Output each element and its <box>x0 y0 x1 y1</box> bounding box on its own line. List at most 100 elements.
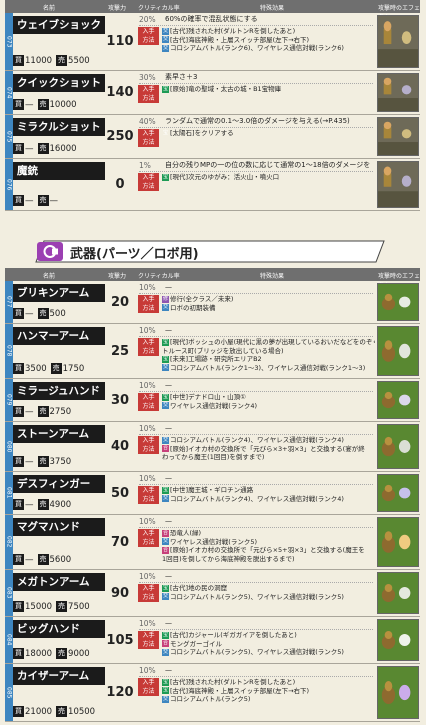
how-label-line: 入手 <box>142 437 155 444</box>
sell-price: — <box>49 196 59 206</box>
table-header-top: 名前 攻撃力 クリティカル率 特殊効果 攻撃時のエフェクト <box>5 0 420 21</box>
sp-icon: 宝 <box>162 338 169 346</box>
obtain-method: 宝 [未来]工場跡・研究所エリアB2 <box>162 355 375 364</box>
parts-row: 084 ビッグハンド買 18000 売 9000 105 10% — 入手 方法宝 [古代]カジャー… <box>5 617 420 664</box>
attack-value: 140 <box>106 85 134 100</box>
item-name: クイックショット <box>13 74 105 92</box>
obtain-method: 宝 [古代]海底神殿・上層スイッチ部屋(左下→右下) <box>162 687 375 696</box>
sp-icon: 宝 <box>162 355 169 363</box>
special-effect: — <box>165 666 172 674</box>
how-label-line: 方法 <box>142 304 155 312</box>
obtain-method: 宝 [現代]次元のゆがみ：活火山・噴火口 <box>162 173 375 182</box>
how-label-line: 入手 <box>142 394 155 401</box>
attack-value: 25 <box>110 344 130 359</box>
sp-icon: 宝 <box>162 173 169 181</box>
obtain-method: 宝 [古代]カジャール(ギガガイアを倒したあと) <box>162 631 375 640</box>
sell-price: 2750 <box>49 407 72 417</box>
parts-row: 078 ハンマーアーム買 3500 売 1750 25 10% — 入手 方法宝 [現代]ボッシュの… <box>5 324 420 379</box>
how-label-line: 方法 <box>142 593 155 601</box>
item-number: 073 <box>5 13 13 70</box>
special-effect: 自分の残りMPの一の位の数に応じて通常の1〜18倍のダメージを与える(→P.43… <box>165 161 370 169</box>
effect-thumbnail <box>377 326 419 376</box>
effect-thumbnail <box>377 73 419 112</box>
price-line: 買 15000 売 7500 <box>13 601 90 614</box>
obtain-method-text: コロシアムバトル(ランク1〜3)、ワイヤレス通信対戦(ランク1〜3) <box>170 363 366 372</box>
item-number: 074 <box>5 71 13 114</box>
price-line: 買 21000 売 10500 <box>13 706 95 719</box>
attack-value: 90 <box>110 586 130 601</box>
obtain-method: 合 [原始]イオカ村の交換所で「元びら×3+羽×3」と交換する(宴が終 <box>162 445 375 454</box>
how-to-obtain-label: 入手 方法 <box>138 27 159 45</box>
crit-rate: 10% <box>139 283 156 292</box>
effect-thumbnail <box>377 666 419 719</box>
effect-screenshot <box>378 518 418 566</box>
buy-price: 3500 <box>25 364 47 374</box>
parts-row: 081 デスフィンガー買 — 売 4900 50 10% — 入手 方法宝 [中世]魔王城・ギロチン… <box>5 472 420 515</box>
obtain-method: 宝 [古代]地の民の洞窟 <box>162 584 375 593</box>
obtain-methods: 宝 [太陽石]をクリアする <box>162 129 375 138</box>
sell-tag: 売 <box>56 706 68 717</box>
special-effect: — <box>165 326 172 334</box>
divider <box>139 434 373 435</box>
col-effect: 特殊効果 <box>260 273 285 280</box>
attack-value: 70 <box>110 535 130 550</box>
effect-screenshot <box>378 573 418 613</box>
tr-icon: 交 <box>162 436 169 444</box>
obtain-method: 交コロシアムバトル(ランク4)、ワイヤレス通信対戦(ランク4) <box>162 495 375 504</box>
how-label-line: 入手 <box>142 339 155 346</box>
sell-tag: 売 <box>50 363 62 374</box>
pu-icon: 修 <box>162 295 169 303</box>
how-label-line: 方法 <box>142 347 155 355</box>
effect-screenshot <box>378 382 418 418</box>
buy-tag: 買 <box>13 648 24 659</box>
buy-tag: 買 <box>13 99 24 110</box>
obtain-method-text: [古代]地の民の洞窟 <box>170 584 228 592</box>
table-header-bottom: 名前 攻撃力 クリティカル率 特殊効果 攻撃時のエフェクト <box>5 268 420 289</box>
how-label-line: 入手 <box>142 487 155 494</box>
how-label-line: 方法 <box>142 538 155 546</box>
crit-rate: 10% <box>139 517 156 526</box>
ammo-row: 076 魔銃買 — 売 —0 1% 自分の残りMPの一の位の数に応じて通常の1〜18倍のダメ… <box>5 159 420 211</box>
section-header: 武器(パーツ／ロボ用) <box>32 240 392 263</box>
how-to-obtain-label: 入手 方法 <box>138 393 159 411</box>
obtain-method: 交コロシアムバトル(ランク5) <box>162 695 375 704</box>
obtain-method-text: [現代]ボッシュの小屋(現代に黒の夢が出現しているおいだなどをのぞく)、 <box>170 338 375 346</box>
parts-row: 085 カイザーアーム買 21000 売 10500 120 10% — 入手 方法宝 [古代]残さ… <box>5 664 420 722</box>
obtain-method: 交コロシアムバトル(ランク1〜3)、ワイヤレス通信対戦(ランク1〜3) <box>162 364 375 373</box>
divider <box>139 582 373 583</box>
sell-tag: 売 <box>37 99 49 110</box>
sell-tag: 売 <box>37 308 49 319</box>
obtain-method: 合恐竜人(緑) <box>162 529 375 538</box>
buy-tag: 買 <box>13 143 24 154</box>
effect-screenshot <box>378 667 418 718</box>
buy-price: — <box>25 309 34 319</box>
obtain-method-text: コロシアムバトル(ランク4)、ワイヤレス通信対戦(ランク4) <box>170 436 344 444</box>
how-to-obtain-label: 入手 方法 <box>138 631 159 649</box>
obtain-method-text: モングガーゴイル <box>170 639 222 648</box>
col-crit: クリティカル率 <box>138 273 180 280</box>
obtain-method: 合モングガーゴイル <box>162 640 375 649</box>
how-to-obtain-label: 入手 方法 <box>138 436 159 454</box>
effect-thumbnail <box>377 117 419 156</box>
how-label-line: 方法 <box>142 445 155 453</box>
item-name: 魔銃 <box>13 162 105 180</box>
ammo-row: 075 ミラクルショット買 — 売 16000 250 40% ランダムで通常の0.1〜3.0… <box>5 115 420 159</box>
special-effect: — <box>165 283 172 291</box>
tc-icon: 合 <box>162 445 169 452</box>
obtain-method-text: わってから魔王(1回目)を倒すまで) <box>162 453 265 461</box>
obtain-method: わってから魔王(1回目)を倒すまで) <box>162 453 375 462</box>
attack-value: 105 <box>106 633 134 648</box>
item-name: メガトンアーム <box>13 573 105 591</box>
sp-icon: 宝 <box>162 393 169 401</box>
tr-icon: 交 <box>162 27 169 35</box>
tr-icon: 交 <box>162 304 169 311</box>
how-to-obtain-label: 入手 方法 <box>138 129 159 147</box>
item-number: 078 <box>5 324 13 378</box>
how-label-line: 方法 <box>142 640 155 648</box>
col-atk: 攻撃力 <box>108 273 127 280</box>
sell-price: 16000 <box>49 144 77 154</box>
section-title: 武器(パーツ／ロボ用) <box>70 247 199 262</box>
buy-price: — <box>25 144 34 154</box>
obtain-method-text: [古代]海底神殿・上層スイッチ部屋(左下→右下) <box>170 686 310 695</box>
effect-thumbnail <box>377 517 419 567</box>
